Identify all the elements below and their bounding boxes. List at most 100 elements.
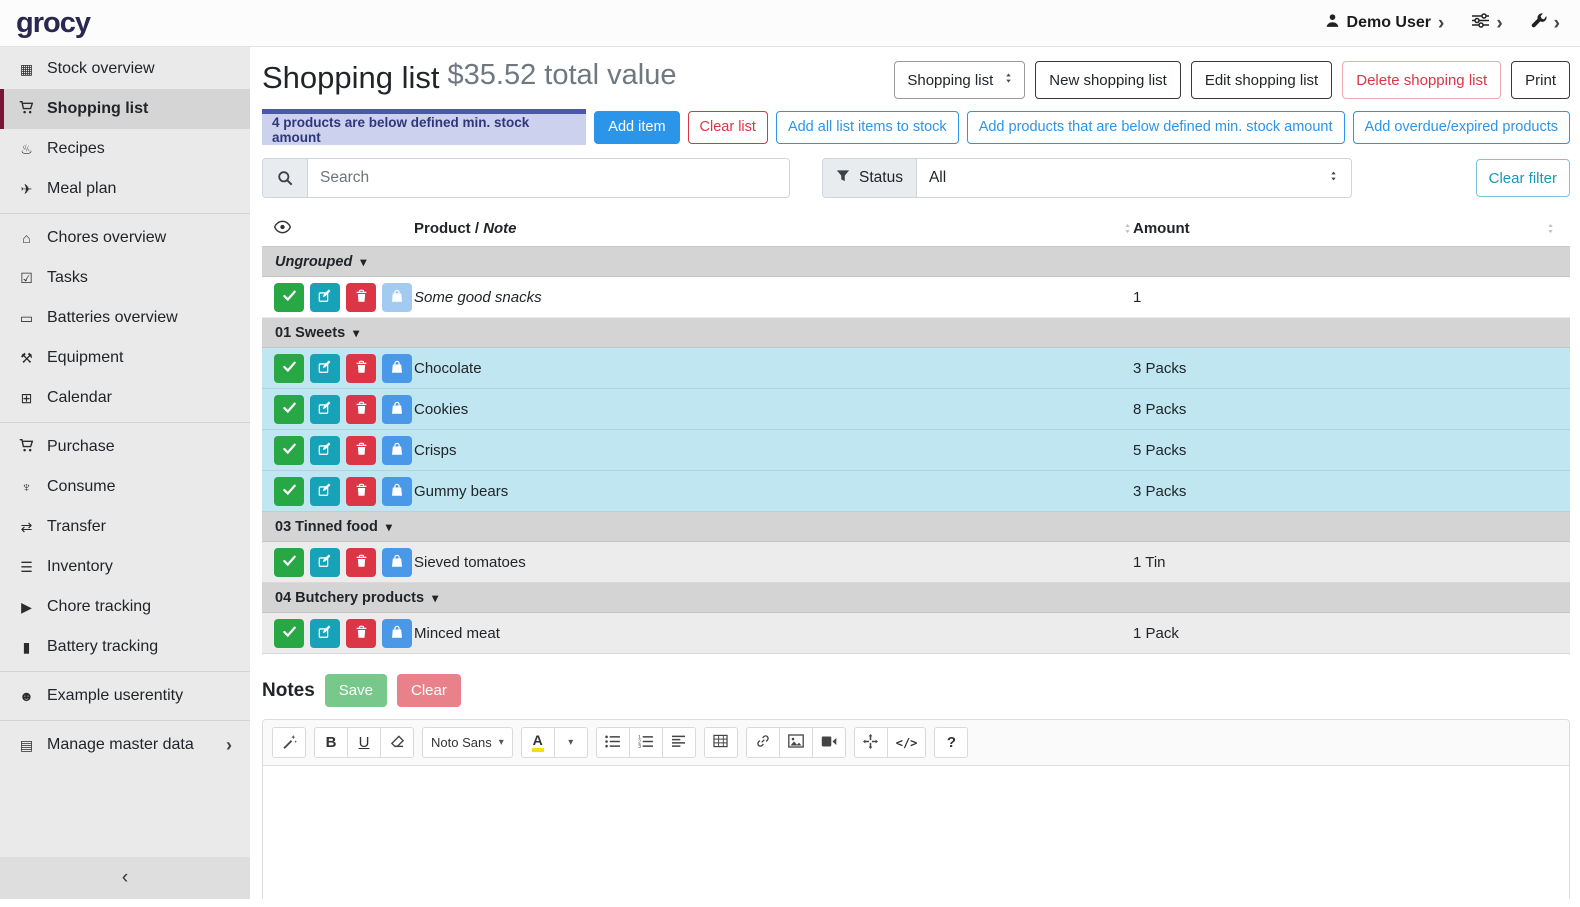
sidebar-item-transfer[interactable]: ⇄Transfer [0, 507, 250, 547]
insert-link-button[interactable] [746, 727, 780, 758]
mark-done-button[interactable] [274, 619, 304, 648]
caret-down-icon: ▾ [353, 326, 359, 340]
check-icon [282, 288, 297, 306]
add-below-min-button[interactable]: Add products that are below defined min.… [967, 111, 1345, 144]
sidebar-item-tasks[interactable]: ☑Tasks [0, 258, 250, 298]
clear-list-button[interactable]: Clear list [688, 111, 768, 144]
edit-item-button[interactable] [310, 436, 340, 465]
delete-item-button[interactable] [346, 395, 376, 424]
sidebar-item-calendar[interactable]: ⊞Calendar [0, 378, 250, 418]
add-to-stock-button[interactable] [382, 283, 412, 312]
help-button[interactable]: ? [934, 727, 968, 758]
clear-format-button[interactable] [380, 727, 414, 758]
sidebar-item-battery-tracking[interactable]: ▮Battery tracking [0, 627, 250, 667]
edit-item-button[interactable] [310, 477, 340, 506]
group-header-row[interactable]: 04 Butchery products▾ [262, 583, 1570, 613]
sidebar-item-manage-master-data[interactable]: ▤Manage master data› [0, 725, 250, 765]
row-actions [262, 436, 414, 465]
edit-item-button[interactable] [310, 283, 340, 312]
edit-item-button[interactable] [310, 619, 340, 648]
shopping-bag-icon [390, 483, 404, 500]
insert-picture-button[interactable] [779, 727, 813, 758]
insert-video-button[interactable] [812, 727, 846, 758]
add-to-stock-button[interactable] [382, 395, 412, 424]
edit-shopping-list-button[interactable]: Edit shopping list [1191, 61, 1332, 99]
mark-done-button[interactable] [274, 283, 304, 312]
user-menu[interactable]: Demo User › [1325, 13, 1445, 33]
sidebar-item-shopping-list[interactable]: Shopping list [0, 89, 250, 129]
sidebar-divider [0, 422, 250, 423]
table-header: Product / Note Amount [262, 211, 1570, 247]
mark-done-button[interactable] [274, 548, 304, 577]
add-to-stock-button[interactable] [382, 436, 412, 465]
sidebar-item-purchase[interactable]: Purchase [0, 427, 250, 467]
mark-done-button[interactable] [274, 395, 304, 424]
bold-button[interactable]: B [314, 727, 348, 758]
add-item-button[interactable]: Add item [594, 111, 679, 144]
paragraph-align-button[interactable] [662, 727, 696, 758]
notes-save-button[interactable]: Save [325, 674, 387, 707]
underline-button[interactable]: U [347, 727, 381, 758]
insert-table-button[interactable] [704, 727, 738, 758]
sidebar-item-recipes[interactable]: ♨Recipes [0, 129, 250, 169]
delete-item-button[interactable] [346, 477, 376, 506]
sidebar-item-chores-overview[interactable]: ⌂Chores overview [0, 218, 250, 258]
notes-clear-button[interactable]: Clear [397, 674, 461, 707]
add-to-stock-button[interactable] [382, 619, 412, 648]
search-input[interactable] [308, 159, 789, 197]
edit-item-button[interactable] [310, 354, 340, 383]
mark-done-button[interactable] [274, 354, 304, 383]
sidebar-item-stock-overview[interactable]: ▦Stock overview [0, 49, 250, 89]
mark-done-button[interactable] [274, 477, 304, 506]
delete-item-button[interactable] [346, 283, 376, 312]
add-to-stock-button[interactable] [382, 477, 412, 506]
group-header-row[interactable]: 03 Tinned food▾ [262, 512, 1570, 542]
add-all-to-stock-button[interactable]: Add all list items to stock [776, 111, 959, 144]
svg-text:3: 3 [638, 744, 641, 748]
ol-icon: 123 [638, 735, 653, 751]
sidebar-item-example-userentity[interactable]: ☻Example userentity [0, 676, 250, 716]
sidebar-item-consume[interactable]: ♆Consume [0, 467, 250, 507]
add-to-stock-button[interactable] [382, 354, 412, 383]
amount-value: 1 Pack [1133, 625, 1570, 642]
app-logo[interactable]: grocy [16, 7, 90, 40]
edit-item-button[interactable] [310, 395, 340, 424]
new-shopping-list-button[interactable]: New shopping list [1035, 61, 1181, 99]
sort-icon[interactable] [1545, 222, 1556, 235]
sidebar-item-batteries-overview[interactable]: ▭Batteries overview [0, 298, 250, 338]
delete-item-button[interactable] [346, 548, 376, 577]
unordered-list-button[interactable] [596, 727, 630, 758]
add-to-stock-button[interactable] [382, 548, 412, 577]
group-header-row[interactable]: 01 Sweets▾ [262, 318, 1570, 348]
font-family-button[interactable]: Noto Sans▾ [422, 727, 513, 758]
admin-menu[interactable]: › [1531, 13, 1560, 34]
print-button[interactable]: Print [1511, 61, 1570, 99]
notes-editor-area[interactable] [263, 766, 1569, 899]
shopping-list-select[interactable]: Shopping list [894, 61, 1025, 99]
add-overdue-button[interactable]: Add overdue/expired products [1353, 111, 1570, 144]
magic-style-button[interactable] [272, 727, 306, 758]
sort-icon[interactable] [1122, 222, 1133, 235]
text-color-button[interactable]: A [521, 727, 555, 758]
delete-item-button[interactable] [346, 436, 376, 465]
edit-item-button[interactable] [310, 548, 340, 577]
settings-menu[interactable]: › [1472, 13, 1502, 33]
sidebar-item-chore-tracking[interactable]: ▶Chore tracking [0, 587, 250, 627]
sidebar-collapse-button[interactable]: ‹ [0, 857, 250, 899]
battery-icon: ▭ [15, 310, 38, 327]
status-select[interactable]: All [917, 159, 1351, 197]
group-header-row[interactable]: Ungrouped▾ [262, 247, 1570, 277]
mark-done-button[interactable] [274, 436, 304, 465]
code-view-button[interactable]: </> [887, 727, 927, 758]
delete-shopping-list-button[interactable]: Delete shopping list [1342, 61, 1501, 99]
sidebar-item-meal-plan[interactable]: ✈Meal plan [0, 169, 250, 209]
text-color-dropdown-button[interactable]: ▾ [554, 727, 588, 758]
ordered-list-button[interactable]: 123 [629, 727, 663, 758]
sidebar-item-inventory[interactable]: ☰Inventory [0, 547, 250, 587]
delete-item-button[interactable] [346, 619, 376, 648]
delete-item-button[interactable] [346, 354, 376, 383]
product-name: Chocolate [414, 360, 1133, 377]
sidebar-item-equipment[interactable]: ⚒Equipment [0, 338, 250, 378]
fullscreen-button[interactable] [854, 727, 888, 758]
clear-filter-button[interactable]: Clear filter [1476, 159, 1570, 197]
